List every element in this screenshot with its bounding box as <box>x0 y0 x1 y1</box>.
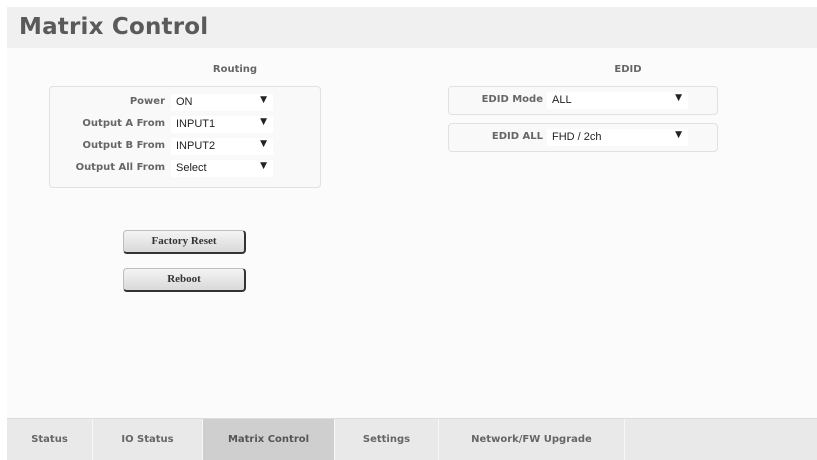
routing-heading: Routing <box>212 64 258 75</box>
page-header: Matrix Control <box>7 7 817 48</box>
output-all-select-value: Select <box>176 162 207 174</box>
edid-all-select[interactable]: FHD / 2ch ▼ <box>547 129 688 146</box>
output-b-select[interactable]: INPUT2 ▼ <box>171 138 273 155</box>
dropdown-arrow-icon: ▼ <box>675 93 682 103</box>
factory-reset-button[interactable]: Factory Reset <box>123 230 246 254</box>
output-a-select-value: INPUT1 <box>176 118 216 130</box>
output-all-row: Output All From Select ▼ <box>50 160 322 178</box>
output-a-label: Output A From <box>82 118 165 129</box>
edid-heading: EDID <box>614 64 642 75</box>
edid-mode-row: EDID Mode ALL ▼ <box>449 92 719 110</box>
dropdown-arrow-icon: ▼ <box>260 139 267 149</box>
output-a-select[interactable]: INPUT1 ▼ <box>171 116 273 133</box>
edid-all-label: EDID ALL <box>491 131 543 142</box>
tab-matrix-control[interactable]: Matrix Control <box>203 419 335 460</box>
main-content: Routing Power ON ▼ Output A From INPUT1 … <box>7 48 817 418</box>
power-select[interactable]: ON ▼ <box>171 94 273 111</box>
power-row: Power ON ▼ <box>50 94 322 112</box>
edid-mode-panel: EDID Mode ALL ▼ <box>448 86 718 115</box>
tab-settings[interactable]: Settings <box>335 419 439 460</box>
output-b-row: Output B From INPUT2 ▼ <box>50 138 322 156</box>
dropdown-arrow-icon: ▼ <box>260 117 267 127</box>
dropdown-arrow-icon: ▼ <box>675 130 682 140</box>
routing-panel: Power ON ▼ Output A From INPUT1 ▼ Output… <box>49 86 321 188</box>
edid-mode-label: EDID Mode <box>481 94 543 105</box>
output-a-row: Output A From INPUT1 ▼ <box>50 116 322 134</box>
power-select-value: ON <box>176 96 193 108</box>
tab-bar: Status IO Status Matrix Control Settings… <box>7 418 817 460</box>
tab-status[interactable]: Status <box>7 419 93 460</box>
page-title: Matrix Control <box>19 14 209 40</box>
tab-network-fw-upgrade[interactable]: Network/FW Upgrade <box>439 419 625 460</box>
edid-all-row: EDID ALL FHD / 2ch ▼ <box>449 129 719 147</box>
output-all-select[interactable]: Select ▼ <box>171 160 273 177</box>
tab-io-status[interactable]: IO Status <box>93 419 203 460</box>
edid-all-panel: EDID ALL FHD / 2ch ▼ <box>448 123 718 152</box>
dropdown-arrow-icon: ▼ <box>260 161 267 171</box>
output-b-label: Output B From <box>82 140 165 151</box>
power-label: Power <box>129 96 165 107</box>
edid-mode-select[interactable]: ALL ▼ <box>547 92 688 109</box>
reboot-button[interactable]: Reboot <box>123 268 246 292</box>
edid-all-select-value: FHD / 2ch <box>552 131 602 143</box>
output-b-select-value: INPUT2 <box>176 140 216 152</box>
edid-mode-select-value: ALL <box>552 94 572 106</box>
output-all-label: Output All From <box>75 162 165 173</box>
dropdown-arrow-icon: ▼ <box>260 95 267 105</box>
